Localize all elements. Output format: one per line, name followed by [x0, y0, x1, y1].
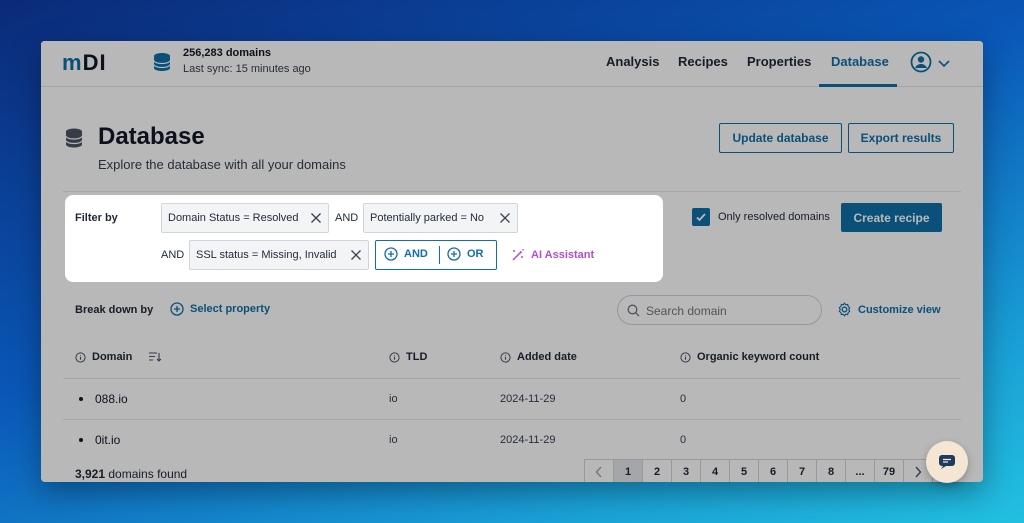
filter-chip-domain-status[interactable]: Domain Status = Resolved: [161, 203, 329, 233]
close-icon[interactable]: [499, 212, 511, 227]
column-header-tld[interactable]: TLD: [389, 351, 427, 363]
chevron-down-icon[interactable]: [937, 56, 951, 74]
table-row-tld: io: [389, 393, 398, 405]
info-icon: [500, 351, 511, 363]
operator-and: AND: [161, 249, 185, 261]
customize-view-button[interactable]: Customize view: [837, 302, 941, 317]
bullet-icon: [79, 438, 83, 442]
filter-label: Filter by: [75, 212, 118, 224]
sort-icon: [149, 352, 162, 362]
column-header-domain[interactable]: Domain: [75, 351, 162, 363]
select-property-button[interactable]: Select property: [170, 302, 270, 316]
search-input[interactable]: [646, 302, 816, 320]
table-row-tld: io: [389, 434, 398, 446]
plus-circle-icon: [170, 302, 184, 316]
export-results-button[interactable]: Export results: [848, 123, 954, 153]
page-button[interactable]: 2: [642, 459, 672, 482]
page-button[interactable]: 7: [787, 459, 817, 482]
top-header: mDI 256,283 domains Last sync: 15 minute…: [41, 41, 983, 87]
close-icon[interactable]: [310, 212, 322, 227]
search-icon: [627, 304, 640, 322]
database-icon: [151, 51, 173, 78]
operator-and: AND: [335, 212, 359, 224]
last-sync: Last sync: 15 minutes ago: [183, 63, 311, 75]
update-database-button[interactable]: Update database: [719, 123, 842, 153]
column-header-added-date[interactable]: Added date: [500, 351, 577, 363]
page-ellipsis: ...: [845, 459, 875, 482]
pagination: 1 2 3 4 5 6 7 8 ... 79: [584, 459, 933, 482]
create-recipe-button[interactable]: Create recipe: [841, 203, 942, 232]
breakdown-label: Break down by: [75, 304, 154, 316]
page-button[interactable]: 1: [613, 459, 643, 482]
page-button[interactable]: 3: [671, 459, 701, 482]
chevron-right-icon: [915, 466, 922, 478]
plus-circle-icon: [447, 247, 461, 261]
only-resolved-label: Only resolved domains: [718, 211, 830, 223]
page-button[interactable]: 79: [874, 459, 904, 482]
chevron-left-icon: [595, 466, 602, 478]
info-icon: [75, 351, 86, 363]
plus-circle-icon: [384, 247, 398, 261]
row-divider: [63, 378, 961, 379]
page-button[interactable]: 4: [700, 459, 730, 482]
search-box[interactable]: [617, 295, 822, 325]
row-divider: [63, 419, 961, 420]
add-and-button[interactable]: AND: [384, 247, 428, 261]
domain-count: 256,283 domains: [183, 47, 272, 59]
prev-page-button[interactable]: [584, 459, 614, 482]
table-row-added: 2024-11-29: [500, 393, 556, 405]
chat-icon: [939, 455, 955, 469]
add-or-button[interactable]: OR: [447, 247, 484, 261]
table-row-keywords: 0: [680, 434, 687, 446]
filter-panel: Filter by Domain Status = Resolved AND P…: [65, 195, 663, 282]
gear-icon: [838, 302, 851, 317]
magic-wand-icon: [512, 249, 524, 261]
page-button[interactable]: 6: [758, 459, 788, 482]
results-count: 3,921 domains found: [75, 467, 188, 481]
table-row-keywords: 0: [680, 393, 687, 405]
info-icon: [389, 351, 400, 363]
page-title: Database: [98, 123, 205, 150]
page-button[interactable]: 5: [729, 459, 759, 482]
nav-properties[interactable]: Properties: [747, 54, 811, 69]
only-resolved-checkbox[interactable]: [692, 208, 710, 226]
page-subtitle: Explore the database with all your domai…: [98, 157, 346, 172]
logo[interactable]: mDI: [62, 50, 107, 76]
info-icon: [680, 351, 691, 363]
chat-button[interactable]: [926, 441, 968, 483]
nav-recipes[interactable]: Recipes: [678, 54, 728, 69]
nav-analysis[interactable]: Analysis: [606, 54, 659, 69]
table-row-domain[interactable]: 0it.io: [79, 433, 120, 447]
bullet-icon: [79, 397, 83, 401]
add-condition-group: AND OR: [375, 240, 497, 270]
close-icon[interactable]: [350, 249, 362, 264]
active-nav-indicator: [819, 84, 897, 87]
filter-chip-ssl-status[interactable]: SSL status = Missing, Invalid: [189, 240, 369, 270]
nav-database[interactable]: Database: [831, 54, 889, 69]
filter-chip-parked[interactable]: Potentially parked = No: [363, 203, 518, 233]
ai-assistant-button[interactable]: AI Assistant: [511, 248, 594, 262]
page-button[interactable]: 8: [816, 459, 846, 482]
column-header-keyword-count[interactable]: Organic keyword count: [680, 351, 819, 363]
page-database-icon: [64, 127, 84, 154]
table-row-added: 2024-11-29: [500, 434, 556, 446]
checkmark-icon: [696, 213, 706, 222]
divider: [439, 246, 440, 264]
user-avatar-icon[interactable]: [910, 51, 932, 78]
table-row-domain[interactable]: 088.io: [79, 392, 128, 406]
